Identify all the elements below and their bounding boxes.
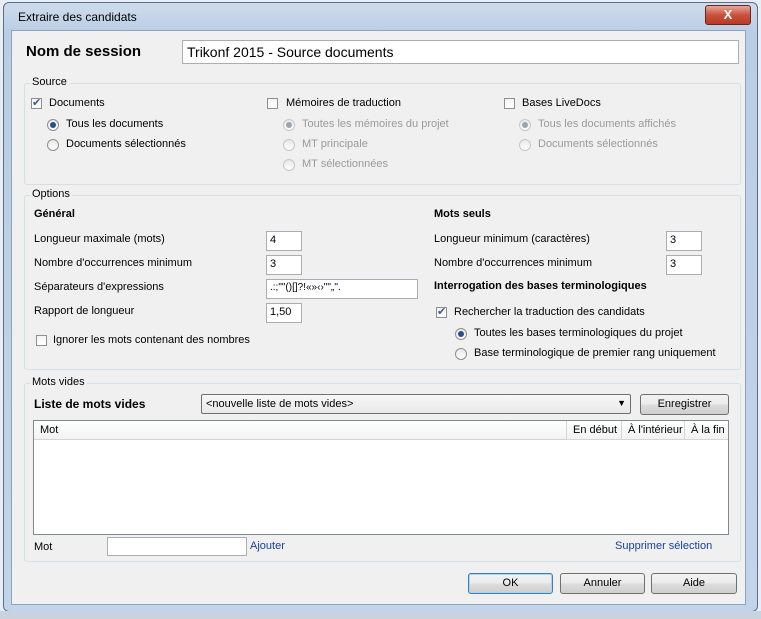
add-word-link[interactable]: Ajouter [250,540,285,552]
ok-button[interactable]: OK [468,573,553,594]
all-displayed-docs-label: Tous les documents affichés [538,118,676,130]
stopword-table-header: Mot En début À l'intérieur À la fin [34,421,728,440]
memoires-label: Mémoires de traduction [286,97,401,109]
separators-input[interactable]: .:;""()[]?!«»‹›""„''. [266,279,418,299]
single-words-heading: Mots seuls [434,208,491,220]
livedocs-selected-docs-radio[interactable] [519,139,531,151]
session-name-label: Nom de session [26,43,142,60]
primary-termbase-radio[interactable] [455,348,467,360]
help-button[interactable]: Aide [651,573,737,594]
column-header-inside[interactable]: À l'intérieur [622,421,685,439]
ratio-input[interactable]: 1,50 [266,303,302,323]
all-memories-radio[interactable] [283,119,295,131]
min-occurrences-input[interactable]: 3 [266,255,302,275]
background-strip [0,611,761,619]
main-memory-radio[interactable] [283,139,295,151]
min-length-label: Longueur minimum (caractères) [434,233,590,245]
column-header-word[interactable]: Mot [34,421,567,439]
ratio-label: Rapport de longueur [34,305,135,317]
livedocs-checkbox[interactable] [504,98,515,109]
primary-termbase-label: Base terminologique de premier rang uniq… [474,347,716,359]
save-list-button[interactable]: Enregistrer [640,394,729,415]
lookup-translation-label: Rechercher la traduction des candidats [454,306,645,318]
chevron-down-icon: ▼ [617,398,626,408]
column-header-end[interactable]: À la fin [685,421,728,439]
min-length-input[interactable]: 3 [666,231,702,251]
min-occurrences-label: Nombre d'occurrences minimum [34,257,192,269]
max-length-input[interactable]: 4 [266,231,302,251]
ignore-numbers-label: Ignorer les mots contenant des nombres [53,334,250,346]
general-heading: Général [34,208,75,220]
selected-documents-radio[interactable] [47,139,59,151]
selected-memories-radio[interactable] [283,159,295,171]
ignore-numbers-checkbox[interactable] [36,335,47,346]
cancel-button[interactable]: Annuler [560,573,645,594]
stopwords-group-title: Mots vides [30,376,87,388]
word-input[interactable] [107,537,247,556]
all-documents-radio[interactable] [47,119,59,131]
delete-selection-link[interactable]: Supprimer sélection [615,540,712,552]
selected-documents-label: Documents sélectionnés [66,138,186,150]
source-group-title: Source [30,76,69,88]
options-group-title: Options [30,188,72,200]
single-min-occurrences-input[interactable]: 3 [666,255,702,275]
all-documents-label: Tous les documents [66,118,164,130]
termbase-heading: Interrogation des bases terminologiques [434,280,647,292]
lookup-translation-checkbox[interactable] [436,305,447,318]
all-memories-label: Toutes les mémoires du projet [302,118,449,130]
separators-label: Séparateurs d'expressions [34,281,164,293]
word-label: Mot [34,541,53,553]
window-title: Extraire des candidats [18,10,137,24]
main-memory-label: MT principale [302,138,368,150]
livedocs-selected-docs-label: Documents sélectionnés [538,138,658,150]
single-min-occurrences-label: Nombre d'occurrences minimum [434,257,592,269]
documents-checkbox[interactable] [31,96,42,109]
livedocs-label: Bases LiveDocs [522,97,601,109]
close-button[interactable]: X [705,5,751,25]
stopword-table[interactable]: Mot En début À l'intérieur À la fin [33,420,729,535]
selected-memories-label: MT sélectionnées [302,158,389,170]
all-displayed-docs-radio[interactable] [519,119,531,131]
documents-label: Documents [49,97,105,109]
stopword-list-label: Liste de mots vides [34,397,146,411]
column-header-start[interactable]: En début [567,421,622,439]
all-termbases-label: Toutes les bases terminologiques du proj… [474,327,683,339]
max-length-label: Longueur maximale (mots) [34,233,165,245]
stopword-list-dropdown[interactable]: <nouvelle liste de mots vides> ▼ [201,394,631,414]
stopword-list-value: <nouvelle liste de mots vides> [206,398,354,410]
memoires-checkbox[interactable] [267,98,278,109]
all-termbases-radio[interactable] [455,328,467,340]
session-name-input[interactable]: Trikonf 2015 - Source documents [182,40,739,64]
